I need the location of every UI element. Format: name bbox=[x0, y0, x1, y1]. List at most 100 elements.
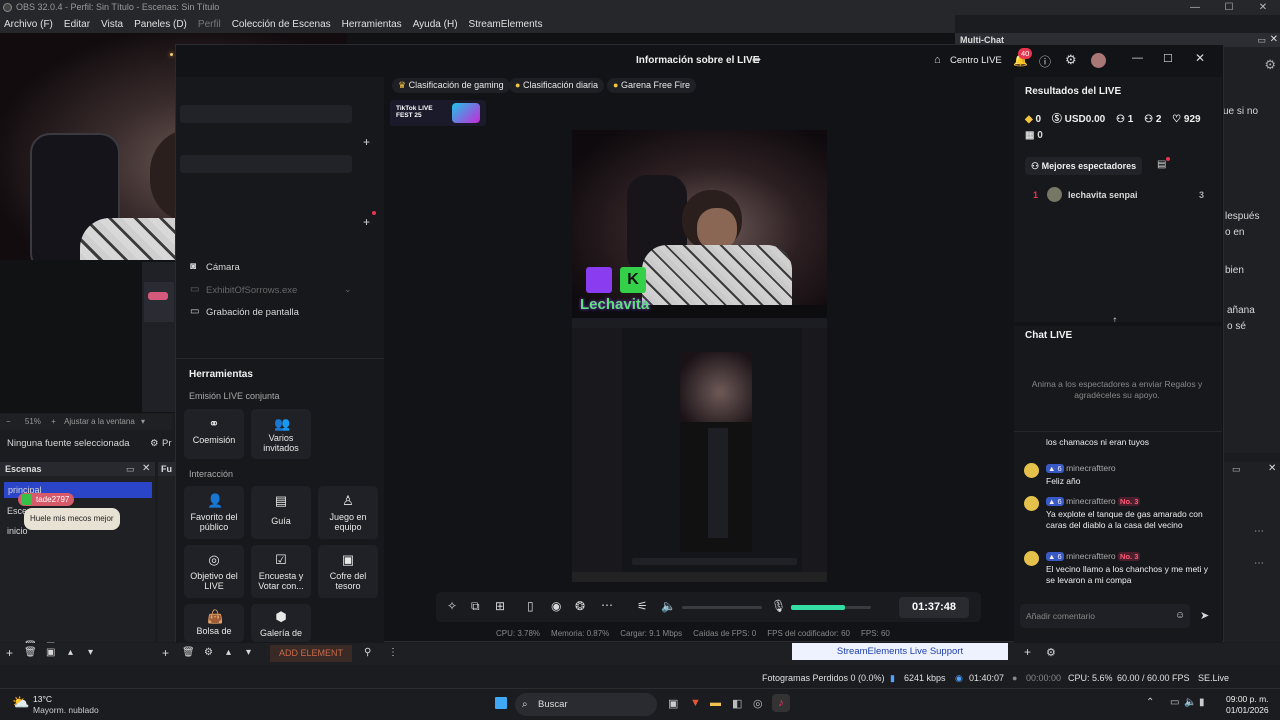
gear-icon[interactable]: ⚙ bbox=[204, 647, 213, 658]
fest-banner[interactable]: TikTok LIVE FEST 25 bbox=[390, 100, 486, 126]
team-game-button[interactable]: ♙ Juego en equipo bbox=[318, 486, 378, 539]
dock-close-icon[interactable]: ✕ bbox=[142, 463, 150, 474]
chip-freefire[interactable]: ● Garena Free Fire bbox=[607, 78, 696, 93]
weather-icon[interactable]: ⛅ bbox=[12, 694, 29, 711]
maximize-icon[interactable]: ☐ bbox=[1163, 52, 1173, 65]
down-icon[interactable]: ▾ bbox=[246, 647, 251, 658]
zoom-out-icon[interactable]: − bbox=[6, 417, 11, 426]
properties-button[interactable]: Pr bbox=[162, 434, 172, 454]
filter-icon[interactable]: ▣ bbox=[46, 647, 55, 658]
avatar[interactable] bbox=[1091, 53, 1106, 68]
live-goal-button[interactable]: ◎ Objetivo del LIVE bbox=[184, 545, 244, 598]
chevron-down-icon[interactable]: ▾ bbox=[141, 417, 145, 426]
dock-close-icon[interactable]: ✕ bbox=[1270, 34, 1278, 45]
se-support-button[interactable]: StreamElements Live Support bbox=[792, 643, 1008, 660]
close-icon[interactable]: ✕ bbox=[1246, 0, 1280, 15]
network-icon[interactable]: ▭ bbox=[1170, 697, 1179, 708]
menu-editar[interactable]: Editar bbox=[64, 19, 90, 30]
favorite-button[interactable]: 👤 Favorito del público bbox=[184, 486, 244, 539]
up-icon[interactable]: ▴ bbox=[226, 647, 231, 658]
viewer-row[interactable]: 1 lechavita senpai 3 bbox=[1025, 187, 1215, 203]
down-icon[interactable]: ▾ bbox=[88, 647, 93, 658]
dock-float-icon[interactable]: ▭ bbox=[126, 464, 135, 475]
more-icon[interactable]: ⋮ bbox=[388, 647, 398, 658]
magic-icon[interactable]: ✧ bbox=[447, 599, 457, 613]
emoji-icon[interactable]: ☺ bbox=[1175, 610, 1185, 621]
menu-perfil[interactable]: Perfil bbox=[198, 19, 221, 30]
help-icon[interactable]: ⓘ bbox=[1039, 53, 1051, 70]
zoom-in-icon[interactable]: + bbox=[51, 417, 56, 426]
gallery-button[interactable]: ⬢ Galería de bbox=[251, 604, 311, 642]
menu-archivo[interactable]: Archivo (F) bbox=[4, 19, 53, 30]
menu-paneles[interactable]: Paneles (D) bbox=[134, 19, 187, 30]
trash-icon[interactable]: 🗑 bbox=[182, 647, 195, 658]
menu-vista[interactable]: Vista bbox=[101, 19, 123, 30]
clock-time[interactable]: 09:00 p. m. bbox=[1226, 694, 1269, 704]
gear-icon[interactable]: ⚙ bbox=[1046, 646, 1056, 659]
trash-icon[interactable]: 🗑 bbox=[24, 647, 37, 658]
send-icon[interactable]: ➤ bbox=[1200, 609, 1209, 622]
close-icon[interactable]: ✕ bbox=[1195, 51, 1205, 65]
more-icon[interactable]: ⋯ bbox=[601, 598, 613, 612]
gear-icon[interactable]: ⚙ bbox=[1264, 57, 1276, 73]
record-icon[interactable]: ◉ bbox=[551, 599, 561, 613]
brave-icon[interactable]: ▼ bbox=[690, 697, 701, 709]
scene-item-inicio[interactable]: inicio bbox=[7, 526, 28, 536]
volume-slider[interactable] bbox=[682, 606, 762, 609]
folder-icon[interactable]: ▬ bbox=[710, 697, 721, 709]
chip-gaming[interactable]: ♛ Clasificación de gaming bbox=[392, 78, 510, 93]
sliders-icon[interactable]: ⚟ bbox=[637, 599, 648, 613]
volume-icon[interactable]: 🔈 bbox=[661, 599, 676, 613]
screen-record-source[interactable]: Grabación de pantalla bbox=[206, 307, 299, 318]
more-icon[interactable]: ⋯ bbox=[1254, 558, 1264, 569]
obs-icon[interactable]: ◎ bbox=[753, 697, 763, 710]
add-icon[interactable]: + bbox=[363, 215, 370, 229]
add-icon[interactable]: + bbox=[363, 135, 370, 149]
maximize-icon[interactable]: ☐ bbox=[1212, 0, 1246, 15]
add-icon[interactable]: + bbox=[6, 646, 13, 660]
clock-date[interactable]: 01/01/2026 bbox=[1226, 705, 1269, 715]
dock-float-icon[interactable]: ▭ bbox=[1232, 464, 1241, 475]
link-icon[interactable]: ⚲ bbox=[364, 647, 371, 658]
chevron-down-icon[interactable]: ⌄ bbox=[344, 284, 352, 295]
home-icon[interactable]: ⌂ bbox=[934, 54, 941, 66]
guide-button[interactable]: ▤ Guía bbox=[251, 486, 311, 539]
add-scene-icon[interactable]: ⊞ bbox=[495, 599, 505, 613]
add-icon[interactable]: + bbox=[1024, 645, 1031, 659]
top-viewers-tab[interactable]: ⚇ Mejores espectadores bbox=[1025, 157, 1143, 175]
stream-icon[interactable]: ❂ bbox=[575, 599, 585, 613]
gear-icon[interactable]: ⚙ bbox=[150, 434, 159, 454]
dock-close-icon[interactable]: ✕ bbox=[1268, 463, 1276, 474]
exhibit-source[interactable]: ExhibitOfSorrows.exe bbox=[206, 285, 297, 296]
bag-button[interactable]: 👜 Bolsa de bbox=[184, 604, 244, 642]
app-icon[interactable]: ◧ bbox=[732, 697, 742, 710]
camera-source[interactable]: Cámara bbox=[206, 262, 240, 273]
battery-icon[interactable]: ▮ bbox=[1199, 697, 1205, 708]
comment-input[interactable]: Añadir comentario bbox=[1020, 604, 1190, 628]
windows-start-icon[interactable] bbox=[495, 697, 507, 709]
menu-streamelements[interactable]: StreamElements bbox=[469, 19, 543, 30]
zoom-fit-label[interactable]: Ajustar a la ventana bbox=[64, 417, 135, 426]
more-icon[interactable]: ⋯ bbox=[1254, 526, 1264, 537]
menu-coleccion[interactable]: Colección de Escenas bbox=[232, 19, 331, 30]
minimize-icon[interactable]: — bbox=[1132, 52, 1143, 64]
volume-icon[interactable]: 🔈 bbox=[1184, 697, 1196, 708]
list-icon[interactable]: ▤ bbox=[1157, 159, 1166, 170]
chip-daily[interactable]: ● Clasificación diaria bbox=[509, 78, 604, 93]
menu-ayuda[interactable]: Ayuda (H) bbox=[413, 19, 458, 30]
dock-float-icon[interactable]: ▭ bbox=[1257, 35, 1266, 46]
phone-icon[interactable]: ▯ bbox=[527, 599, 534, 613]
centro-live-link[interactable]: Centro LIVE bbox=[950, 55, 1002, 66]
chevron-up-icon[interactable]: ⌃ bbox=[1146, 697, 1154, 708]
task-view-icon[interactable]: ▣ bbox=[668, 697, 678, 710]
add-element-button[interactable]: ADD ELEMENT bbox=[270, 645, 352, 662]
settings-icon[interactable]: ⚙ bbox=[1065, 52, 1077, 68]
menu-herramientas[interactable]: Herramientas bbox=[342, 19, 402, 30]
multi-guest-button[interactable]: 👥 Varios invitados bbox=[251, 409, 311, 459]
up-icon[interactable]: ▴ bbox=[68, 647, 73, 658]
share-icon[interactable]: ➦ bbox=[752, 53, 761, 66]
add-icon[interactable]: + bbox=[162, 646, 169, 660]
coemision-button[interactable]: ⚭ Coemisión bbox=[184, 409, 244, 459]
effects-icon[interactable]: ⧉ bbox=[471, 599, 480, 614]
treasure-button[interactable]: ▣ Cofre del tesoro bbox=[318, 545, 378, 598]
